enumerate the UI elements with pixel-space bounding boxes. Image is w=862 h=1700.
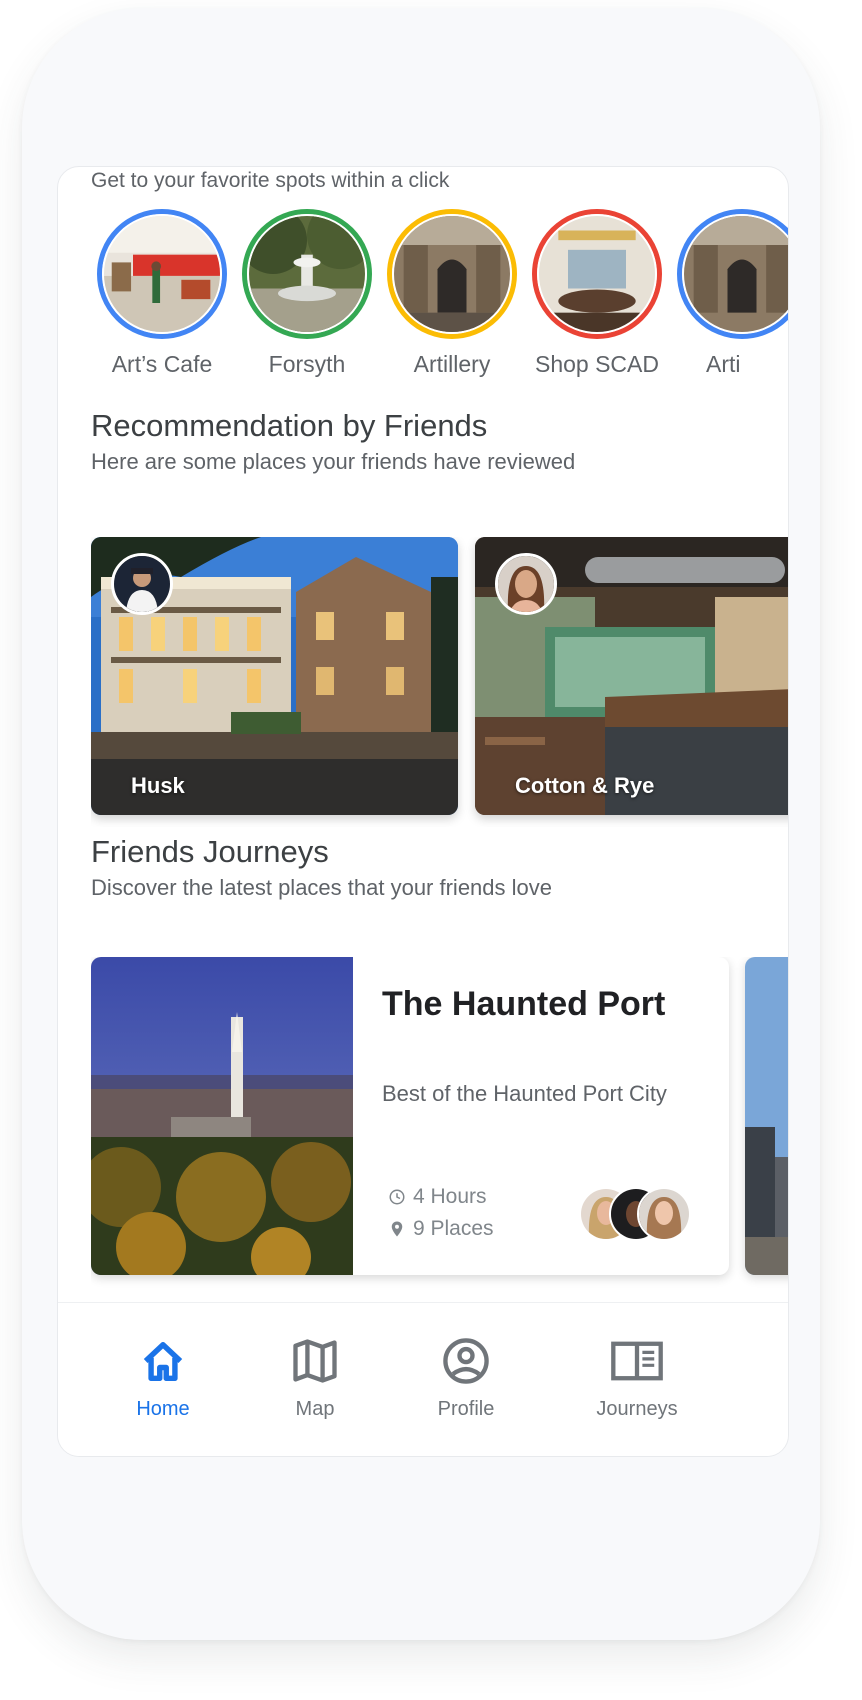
favorite-spots-carousel[interactable]: Art’s Cafe Forsyth Artillery Shop SCAD A…: [88, 209, 788, 389]
nav-item-home[interactable]: Home: [88, 1335, 238, 1421]
artillery-photo: [392, 214, 512, 334]
home-icon: [143, 1342, 183, 1382]
nav-item-profile[interactable]: Profile: [391, 1335, 541, 1421]
spots-tagline: Get to your favorite spots within a clic…: [91, 169, 450, 192]
home-feed[interactable]: Get to your favorite spots within a clic…: [58, 167, 788, 1302]
journey-title: The Haunted Port: [382, 985, 666, 1023]
spot-item-artillery[interactable]: Artillery: [372, 209, 532, 378]
shop-scad-photo: [537, 214, 657, 334]
spot-label: Art’s Cafe: [111, 351, 213, 377]
journey-places: 9 Places: [388, 1217, 494, 1241]
places-text: 9 Places: [413, 1217, 494, 1240]
duration-text: 4 Hours: [413, 1185, 487, 1208]
forsyth-photo: [247, 214, 367, 334]
spot-label: Shop SCAD: [534, 351, 659, 377]
spot-item-artillery-2[interactable]: Arti: [662, 209, 788, 378]
spot-item-arts-cafe[interactable]: Art’s Cafe: [88, 209, 242, 378]
map-icon: [293, 1339, 337, 1383]
spot-thumbnail: [677, 209, 788, 339]
nav-label: Profile: [437, 1398, 495, 1420]
journey-card[interactable]: The Haunted Port Best of the Haunted Por…: [91, 957, 729, 1275]
nav-label: Map: [295, 1398, 335, 1420]
app-screen: Get to your favorite spots within a clic…: [57, 166, 789, 1457]
spot-item-shop-scad[interactable]: Shop SCAD: [517, 209, 677, 378]
journey-next-photo: [745, 957, 788, 1275]
clock-icon: [389, 1189, 405, 1205]
friend-photo: [498, 556, 554, 612]
artillery-photo: [682, 214, 788, 334]
journeys-title: Friends Journeys: [91, 834, 329, 869]
recommendations-carousel[interactable]: Husk Cotton & Rye: [91, 537, 788, 827]
haunted-port-photo: [91, 957, 353, 1275]
spot-item-forsyth[interactable]: Forsyth: [227, 209, 387, 378]
journey-description: Best of the Haunted Port City: [382, 1081, 667, 1106]
recommendation-name: Husk: [131, 773, 185, 798]
spot-thumbnail: [532, 209, 662, 339]
friend-photo: [114, 556, 170, 612]
nav-item-map[interactable]: Map: [240, 1335, 390, 1421]
nav-label: Home: [136, 1398, 190, 1420]
recommendation-card-cotton-rye[interactable]: Cotton & Rye: [475, 537, 788, 815]
recommendations-subtitle: Here are some places your friends have r…: [91, 449, 576, 474]
friend-avatar[interactable]: [495, 553, 557, 615]
journey-duration: 4 Hours: [388, 1185, 487, 1209]
spot-label: Forsyth: [268, 351, 346, 377]
journeys-carousel[interactable]: The Haunted Port Best of the Haunted Por…: [91, 957, 788, 1302]
spot-label: Artillery: [413, 351, 491, 377]
journeys-book-icon: [611, 1341, 663, 1381]
spot-thumbnail: [387, 209, 517, 339]
friend-photo: [639, 1189, 689, 1239]
friend-avatar[interactable]: [111, 553, 173, 615]
account-circle-icon: [443, 1338, 489, 1384]
spot-thumbnail: [97, 209, 227, 339]
nav-label: Journeys: [596, 1398, 678, 1420]
recommendation-name: Cotton & Rye: [515, 773, 655, 798]
journeys-subtitle: Discover the latest places that your fri…: [91, 875, 553, 900]
recommendations-title: Recommendation by Friends: [91, 408, 488, 443]
spot-thumbnail: [242, 209, 372, 339]
friend-avatar: [637, 1187, 691, 1241]
journey-card-next[interactable]: [745, 957, 788, 1275]
location-pin-icon: [391, 1221, 403, 1237]
recommendation-card-husk[interactable]: Husk: [91, 537, 458, 815]
bottom-navigation: Home Map Profile Journeys: [58, 1302, 788, 1456]
journey-friends-avatars[interactable]: [579, 1187, 691, 1243]
spot-label: Arti: [706, 351, 741, 377]
arts-cafe-photo: [102, 214, 222, 334]
nav-item-journeys[interactable]: Journeys: [562, 1335, 712, 1421]
